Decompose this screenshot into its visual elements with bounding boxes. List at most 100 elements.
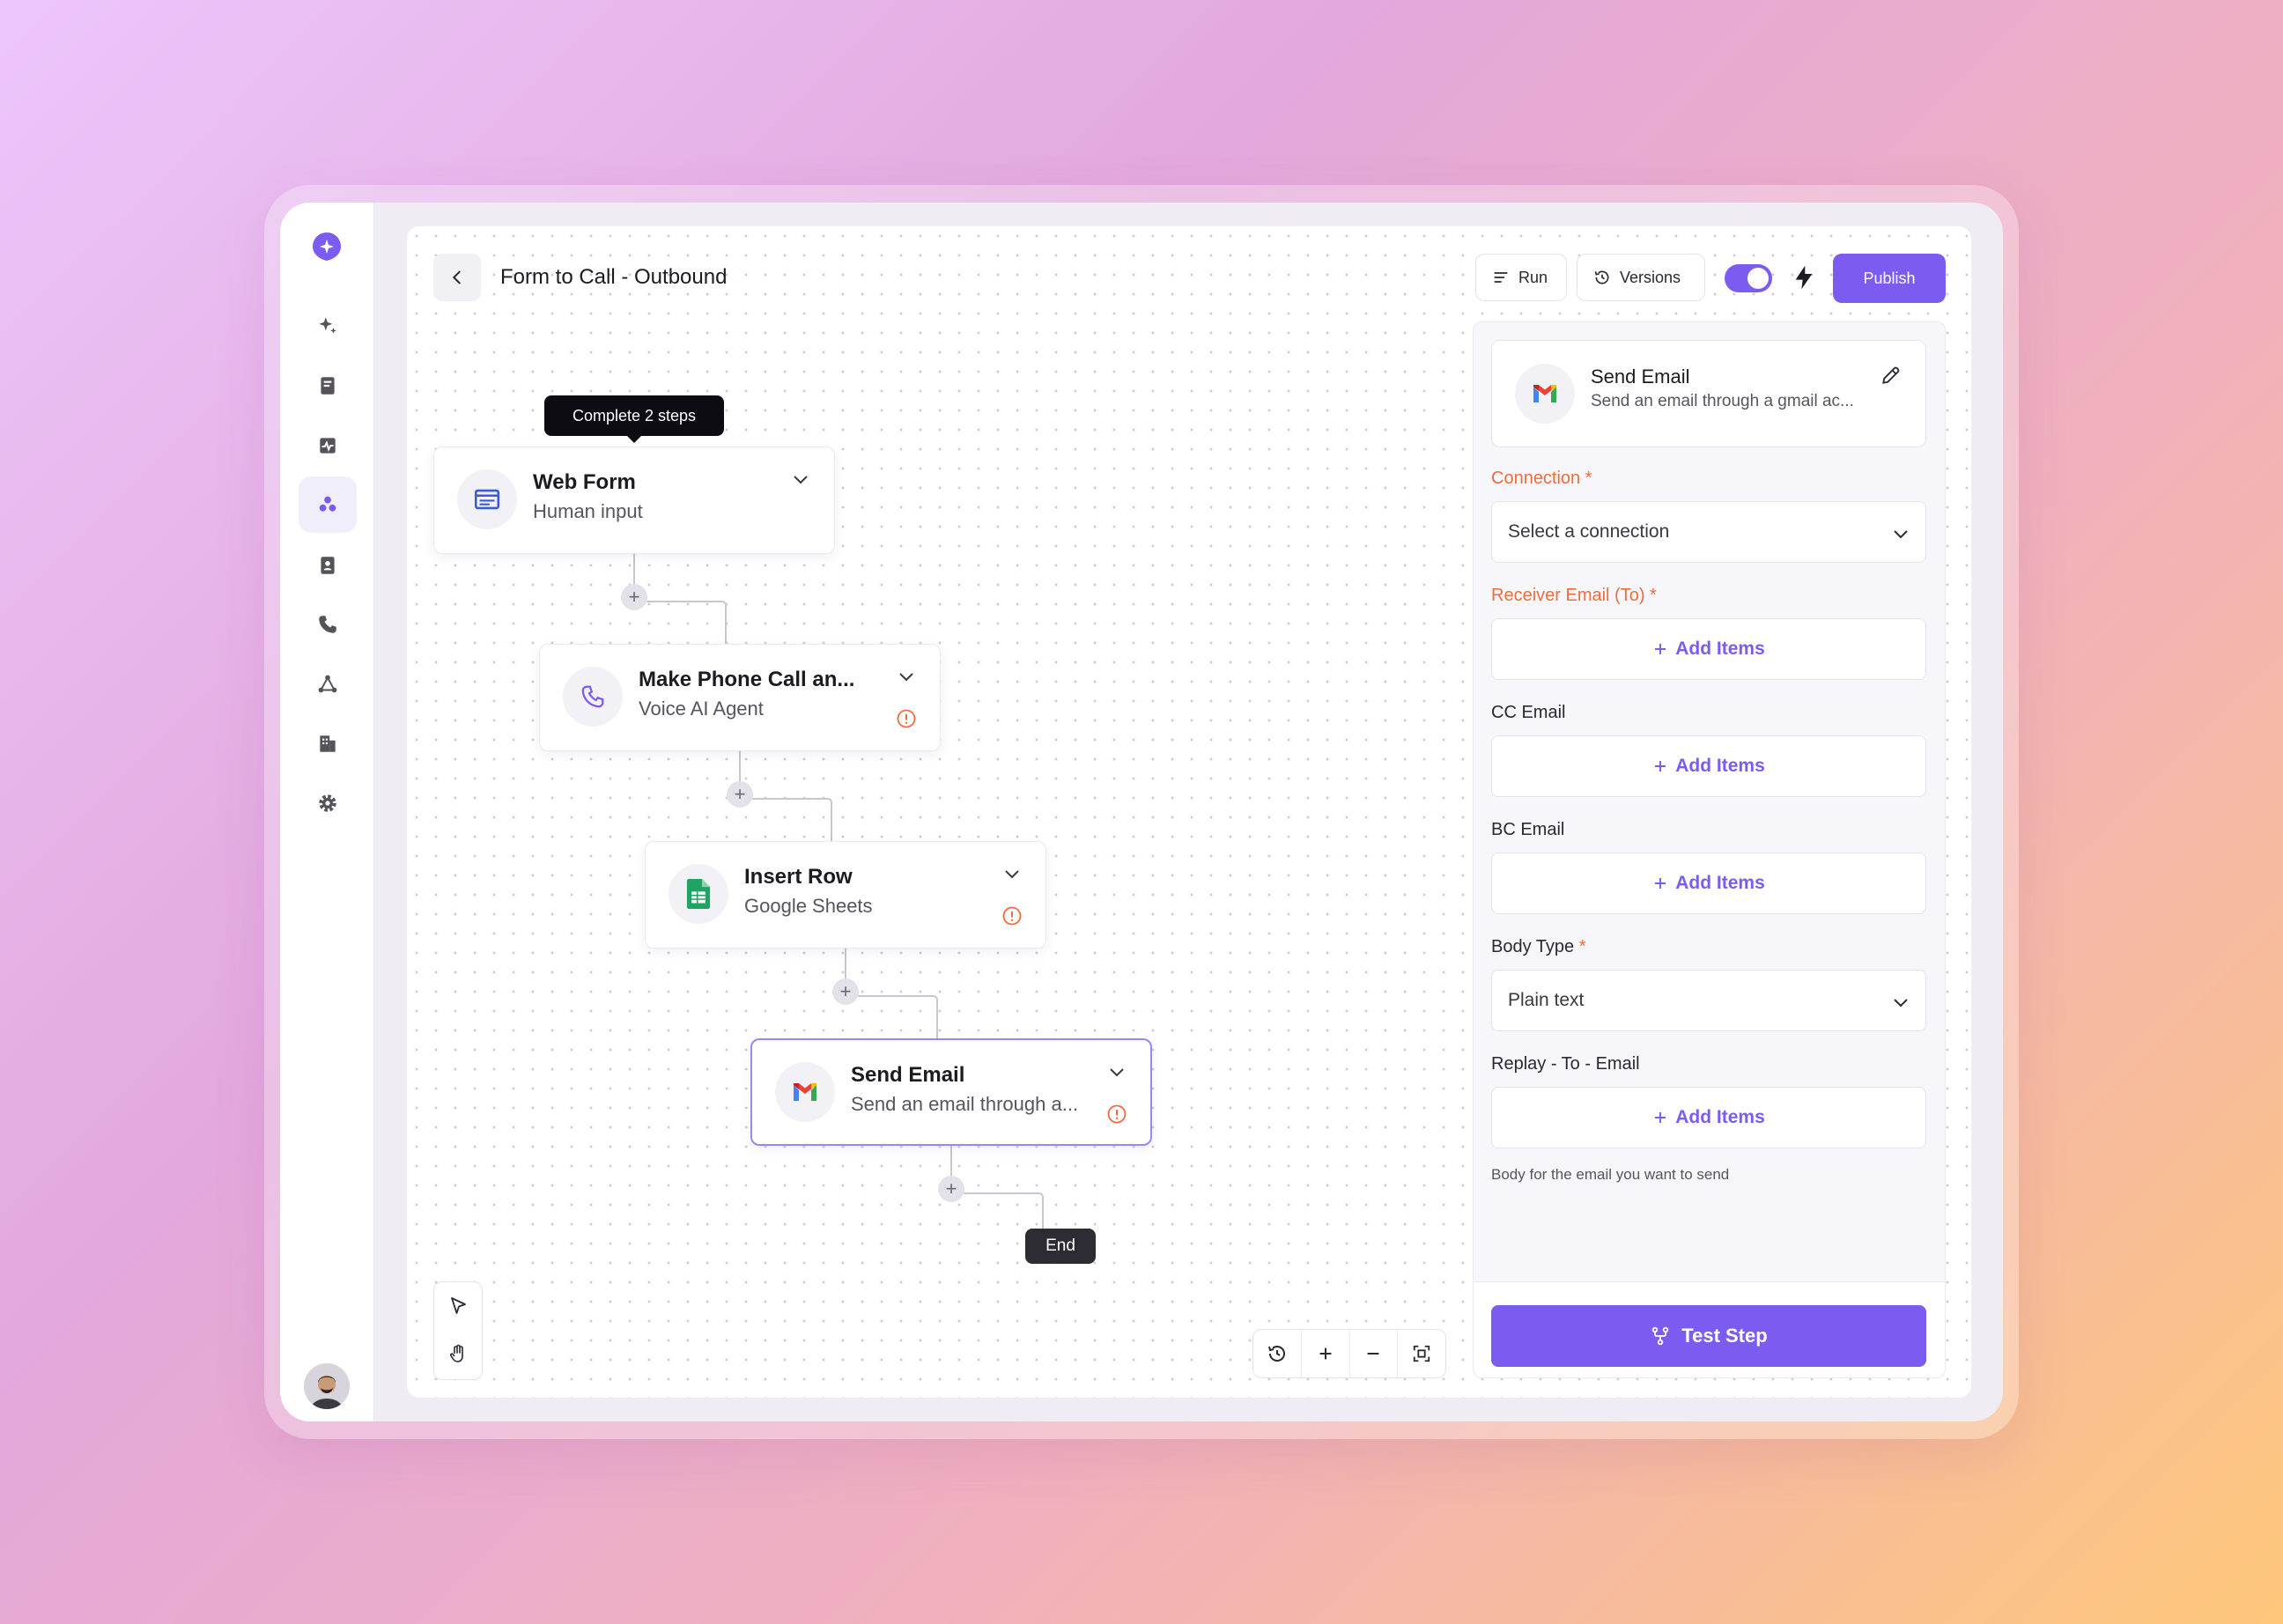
- body-type-select[interactable]: Plain text: [1491, 970, 1926, 1031]
- chevron-down-icon[interactable]: [790, 469, 811, 490]
- add-step-button[interactable]: +: [621, 584, 647, 610]
- chevron-down-icon[interactable]: [1106, 1061, 1127, 1082]
- minus-icon: [1367, 1352, 1379, 1355]
- building-icon: [320, 735, 336, 752]
- publish-button[interactable]: Publish: [1833, 254, 1946, 303]
- cursor-icon: [451, 1297, 466, 1314]
- hand-tool-button[interactable]: [434, 1330, 482, 1377]
- gmail-icon: [775, 1062, 835, 1122]
- receiver-email-label: Receiver Email (To) *: [1491, 586, 1657, 605]
- versions-button[interactable]: Versions: [1577, 254, 1705, 301]
- node-subtitle: Human input: [533, 500, 643, 522]
- phone-icon: [319, 616, 336, 633]
- canvas-tools: [433, 1281, 483, 1380]
- replay-to-email-label: Replay - To - Email: [1491, 1054, 1640, 1074]
- node-title: Make Phone Call an...: [639, 668, 855, 691]
- sidebar-item-activity[interactable]: [299, 417, 357, 474]
- hand-icon: [449, 1344, 463, 1362]
- flow-node-send-email[interactable]: Send Email Send an email through a...: [750, 1038, 1152, 1146]
- required-marker: *: [1585, 469, 1592, 488]
- web-form-icon: [457, 469, 517, 529]
- connection-placeholder: Select a connection: [1508, 521, 1670, 542]
- plus-icon: [1655, 644, 1666, 654]
- sidebar-item-calls[interactable]: [299, 596, 357, 653]
- selected-step-card: Send Email Send an email through a gmail…: [1491, 340, 1926, 447]
- add-step-button[interactable]: +: [727, 781, 753, 808]
- warning-icon: [1002, 906, 1022, 926]
- trigger-bolt-icon[interactable]: [1790, 263, 1818, 292]
- integrations-icon: [318, 675, 337, 693]
- node-title: Web Form: [533, 470, 636, 494]
- pointer-tool-button[interactable]: [434, 1282, 482, 1330]
- toggle-knob: [1747, 268, 1769, 289]
- required-marker: *: [1650, 586, 1657, 605]
- add-step-button[interactable]: +: [832, 978, 859, 1005]
- end-node: End: [1025, 1229, 1096, 1264]
- chevron-down-icon: [1894, 530, 1908, 539]
- sidebar-item-knowledge[interactable]: [299, 358, 357, 414]
- app-window: Form to Call - Outbound Run Versions Pub…: [280, 203, 2003, 1421]
- run-button-label: Run: [1518, 268, 1548, 286]
- user-avatar[interactable]: [304, 1363, 350, 1409]
- zoom-controls: [1252, 1329, 1446, 1378]
- workflow-canvas[interactable]: Form to Call - Outbound Run Versions Pub…: [407, 226, 1971, 1398]
- zoom-in-button[interactable]: [1302, 1330, 1350, 1377]
- connection-label: Connection *: [1491, 469, 1592, 488]
- flow-node-web-form[interactable]: Web Form Human input: [433, 447, 835, 554]
- plus-icon: [1655, 1112, 1666, 1123]
- panel-footer: Test Step: [1474, 1281, 1945, 1377]
- step-subtitle: Send an email through a gmail ac...: [1591, 392, 1854, 410]
- book-icon: [321, 377, 335, 395]
- node-subtitle: Google Sheets: [744, 895, 873, 917]
- body-type-label: Body Type *: [1491, 937, 1586, 956]
- replay-to-email-add-items[interactable]: Add Items: [1491, 1087, 1926, 1148]
- receiver-email-add-items[interactable]: Add Items: [1491, 618, 1926, 680]
- plus-icon: [1319, 1347, 1332, 1360]
- bc-email-label: BC Email: [1491, 820, 1565, 839]
- chevron-down-icon[interactable]: [1001, 863, 1023, 884]
- edit-pencil-icon[interactable]: [1880, 364, 1903, 387]
- node-subtitle: Send an email through a...: [851, 1093, 1079, 1115]
- cc-email-add-items[interactable]: Add Items: [1491, 735, 1926, 797]
- body-hint-text: Body for the email you want to send: [1491, 1166, 1730, 1183]
- step-config-panel: Send Email Send an email through a gmail…: [1473, 321, 1946, 1378]
- sidebar-item-company[interactable]: [299, 715, 357, 771]
- warning-icon: [1107, 1104, 1127, 1124]
- run-button[interactable]: Run: [1475, 254, 1567, 301]
- connection-select[interactable]: Select a connection: [1491, 501, 1926, 563]
- plus-icon: [1655, 761, 1666, 771]
- sparkle-icon: [319, 317, 336, 334]
- zoom-out-button[interactable]: [1350, 1330, 1399, 1377]
- chevron-down-icon: [1894, 999, 1908, 1008]
- google-sheets-icon: [669, 864, 728, 924]
- test-step-button[interactable]: Test Step: [1491, 1305, 1926, 1367]
- complete-steps-tooltip: Complete 2 steps: [544, 395, 724, 443]
- body-type-value: Plain text: [1508, 990, 1585, 1010]
- sidebar-item-integrations[interactable]: [299, 656, 357, 712]
- versions-button-label: Versions: [1620, 268, 1681, 286]
- node-title: Send Email: [851, 1063, 965, 1087]
- sidebar-item-ai[interactable]: [299, 298, 357, 354]
- activity-icon: [320, 438, 336, 454]
- flow-node-phone-call[interactable]: Make Phone Call an... Voice AI Agent: [539, 644, 941, 751]
- add-step-button[interactable]: +: [938, 1176, 964, 1202]
- chevron-down-icon[interactable]: [896, 666, 917, 687]
- workflow-active-toggle[interactable]: [1725, 264, 1772, 292]
- lines-icon: [1494, 272, 1508, 283]
- contacts-icon: [321, 557, 335, 574]
- history-button[interactable]: [1253, 1330, 1302, 1377]
- required-marker: *: [1578, 937, 1586, 956]
- add-items-label: Add Items: [1675, 756, 1765, 776]
- sidebar-item-contacts[interactable]: [299, 537, 357, 594]
- app-logo-icon[interactable]: [311, 231, 343, 262]
- sidebar-item-workflows[interactable]: [299, 476, 357, 533]
- flow-node-insert-row[interactable]: Insert Row Google Sheets: [645, 841, 1046, 949]
- sidebar-item-settings[interactable]: [299, 775, 357, 831]
- flow-branch-icon: [1652, 1326, 1669, 1346]
- fit-view-button[interactable]: [1398, 1330, 1445, 1377]
- node-title: Insert Row: [744, 865, 853, 889]
- fit-screen-icon: [1413, 1345, 1430, 1362]
- bc-email-add-items[interactable]: Add Items: [1491, 853, 1926, 914]
- history-icon: [1267, 1346, 1285, 1362]
- step-title: Send Email: [1591, 365, 1690, 388]
